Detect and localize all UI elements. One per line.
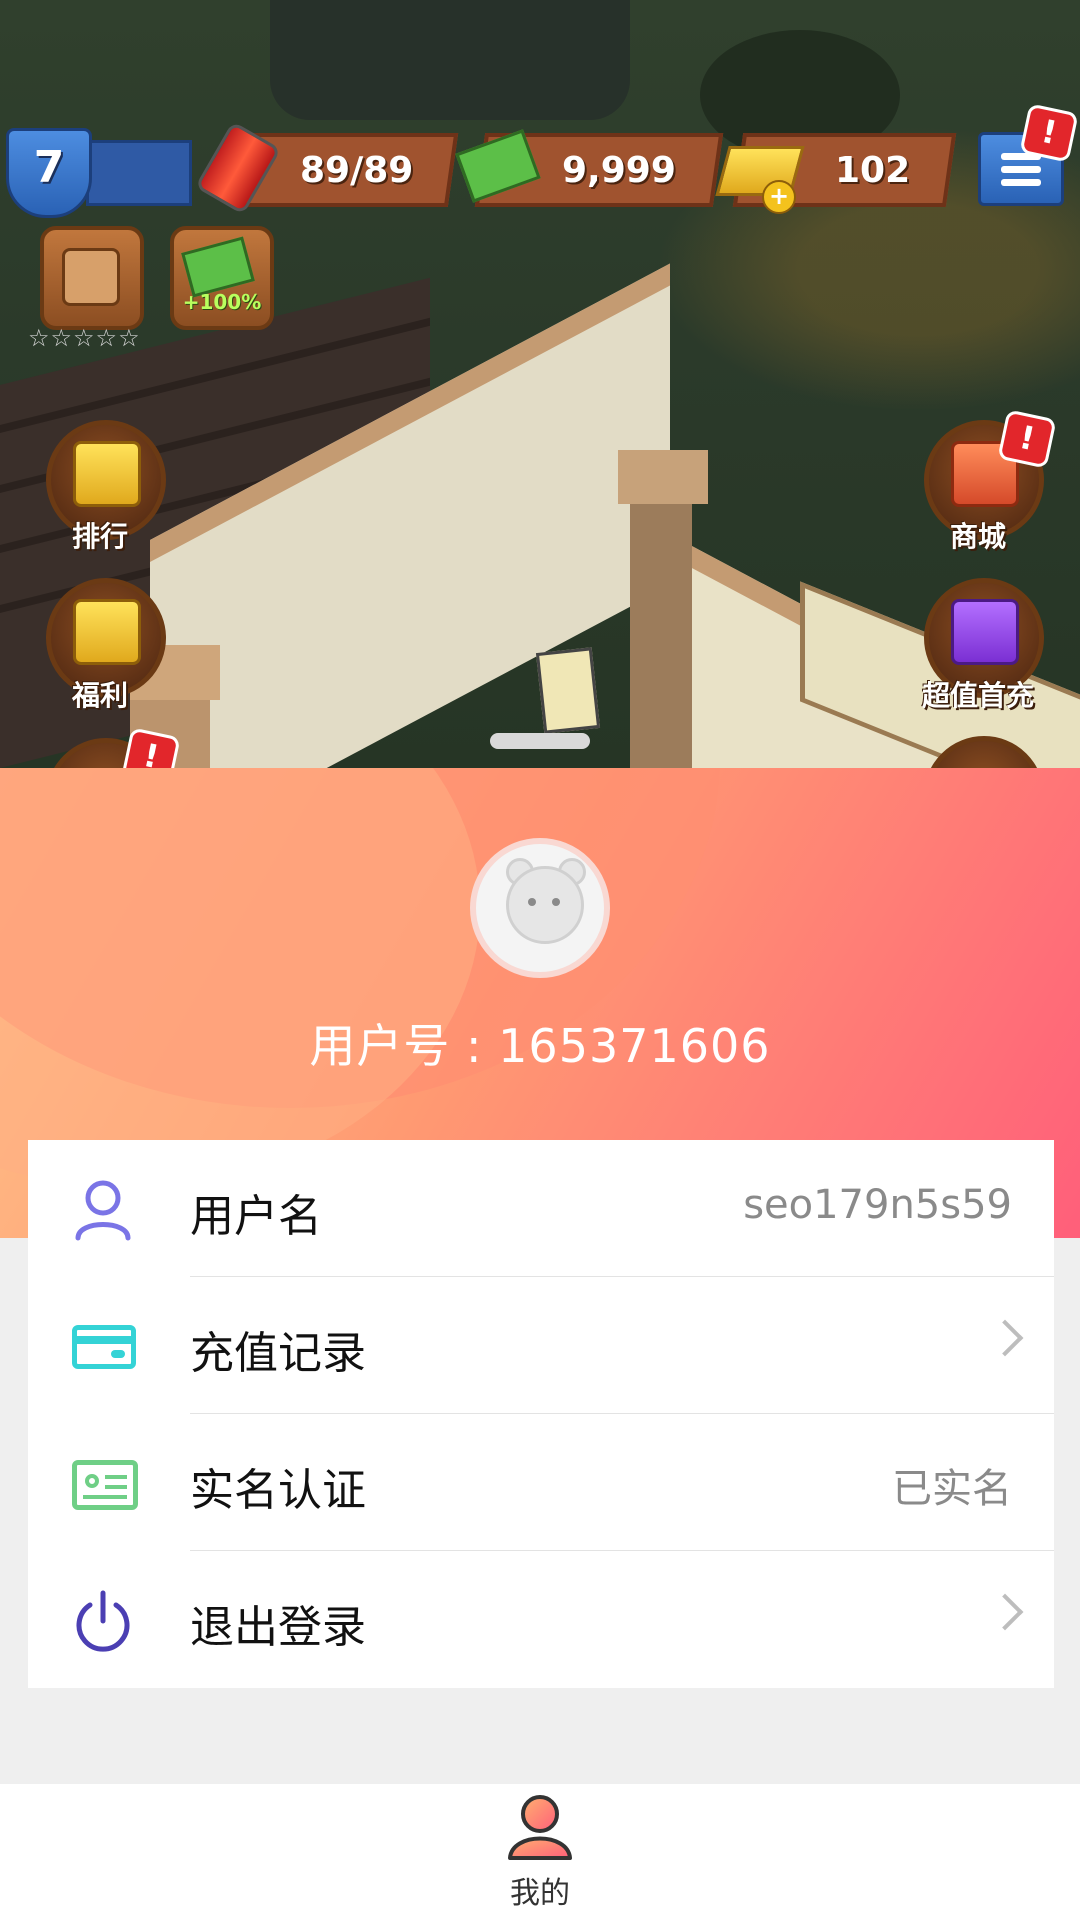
level-progress-bar xyxy=(86,140,192,206)
recharge-record-label: 充值记录 xyxy=(190,1328,366,1379)
podium-icon xyxy=(73,441,141,507)
shop-rating-stars: ☆☆☆☆☆ xyxy=(28,324,141,352)
username-label: 用户名 xyxy=(190,1191,322,1242)
welfare-label: 福利 xyxy=(71,679,128,712)
drag-handle[interactable] xyxy=(490,733,590,749)
first-charge-label: 超值首充 xyxy=(921,679,1034,712)
person-icon xyxy=(490,1792,590,1866)
background-truck xyxy=(270,0,630,120)
bear-avatar-icon xyxy=(506,866,584,944)
chevron-right-icon xyxy=(986,1593,1024,1631)
account-menu: 用户名 seo179n5s59 充值记录 实名认证 已实名 退出登录 xyxy=(28,1140,1054,1688)
credit-card-icon xyxy=(70,1313,136,1379)
cash-boost-label: +100% xyxy=(182,290,262,314)
chevron-right-icon xyxy=(986,1319,1024,1357)
mall-label: 商城 xyxy=(949,520,1006,553)
wall-notice xyxy=(535,647,601,734)
logout-label: 退出登录 xyxy=(190,1602,366,1653)
menu-line xyxy=(1001,166,1041,173)
gold-value: 102 xyxy=(835,150,911,191)
gold-chest-icon xyxy=(73,599,141,665)
decorative-swirl xyxy=(0,768,480,1188)
mall-alert-icon: ! xyxy=(997,409,1057,469)
avatar[interactable] xyxy=(470,838,610,978)
house-pillar-cap xyxy=(618,450,708,504)
real-name-auth-label: 实名认证 xyxy=(190,1465,366,1516)
game-view[interactable]: 7 89/89 9,999 + 102 ! ☆☆☆☆☆ +100% 排行 福利 … xyxy=(0,0,1080,768)
menu-alert-icon: ! xyxy=(1019,103,1079,163)
cash-boost-icon xyxy=(181,236,255,298)
energy-value: 89/89 xyxy=(300,150,414,191)
power-icon xyxy=(70,1587,136,1653)
nav-tab-mine[interactable]: 我的 xyxy=(490,1792,590,1912)
cash-value: 9,999 xyxy=(562,150,676,191)
ranking-label: 排行 xyxy=(71,520,128,553)
shop-building-button[interactable] xyxy=(40,226,144,330)
logout-row[interactable]: 退出登录 xyxy=(28,1551,1054,1688)
gift-box-icon xyxy=(951,599,1019,665)
nav-tab-mine-label: 我的 xyxy=(510,1876,570,1911)
username-row: 用户名 seo179n5s59 xyxy=(28,1140,1054,1277)
storefront-icon xyxy=(62,248,120,306)
user-icon xyxy=(70,1176,136,1242)
bottom-nav: 我的 xyxy=(0,1784,1080,1920)
add-gold-icon[interactable]: + xyxy=(762,180,796,214)
user-id-text: 用户号 : 165371606 xyxy=(309,1019,771,1073)
username-value: seo179n5s59 xyxy=(743,1182,1012,1228)
real-name-auth-row[interactable]: 实名认证 已实名 xyxy=(28,1414,1054,1551)
menu-line xyxy=(1001,179,1041,186)
id-card-icon xyxy=(70,1450,138,1516)
bear-eye xyxy=(528,898,536,906)
bear-eye xyxy=(552,898,560,906)
recharge-record-row[interactable]: 充值记录 xyxy=(28,1277,1054,1414)
cash-boost-button[interactable]: +100% xyxy=(170,226,274,330)
real-name-auth-status: 已实名 xyxy=(892,1466,1012,1512)
level-badge[interactable]: 7 xyxy=(6,128,92,218)
